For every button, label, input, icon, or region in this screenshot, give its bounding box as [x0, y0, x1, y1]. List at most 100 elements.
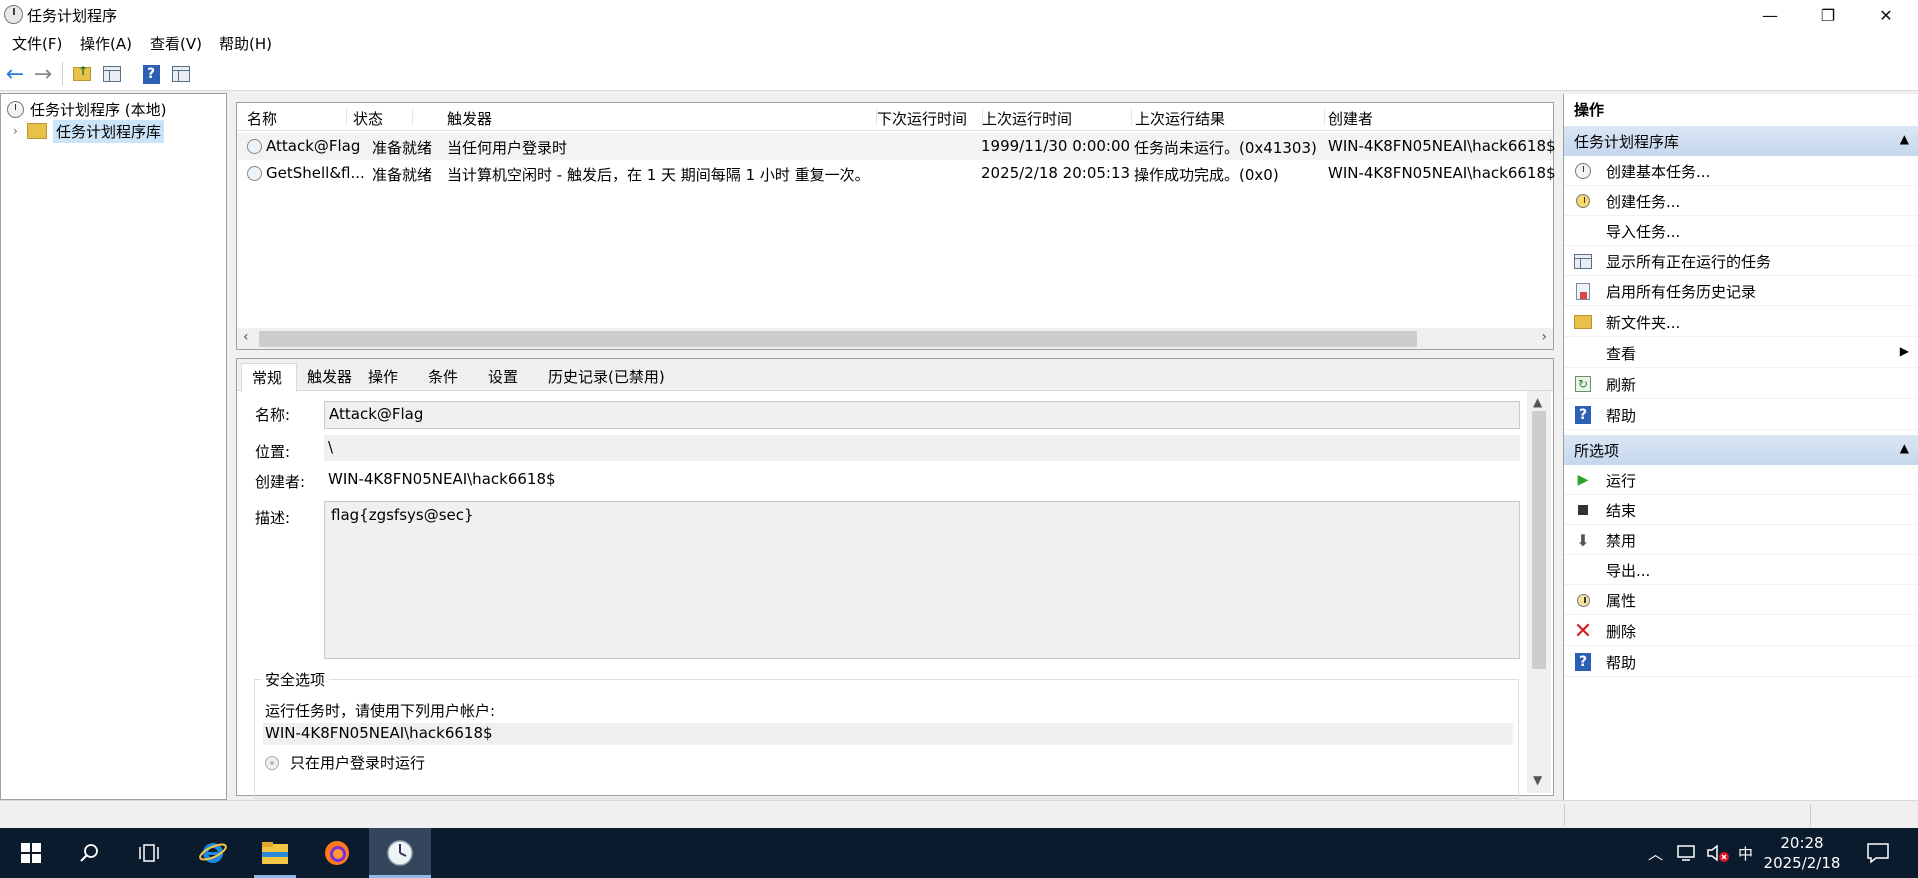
action-label: 导出... [1606, 562, 1651, 580]
action-refresh[interactable]: ↻ 刷新 [1564, 369, 1918, 399]
volume-muted-icon[interactable] [1706, 828, 1730, 878]
show-hide-action-pane-button[interactable] [170, 63, 192, 85]
column-next-run[interactable]: 下次运行时间 [877, 108, 983, 128]
table-row[interactable]: GetShell&fl... 准备就绪 当计算机空闲时 - 触发后，在 1 天 … [237, 160, 1556, 187]
console-tree-icon [103, 66, 121, 82]
collapse-icon[interactable]: ▲ [1900, 441, 1909, 455]
column-name[interactable]: 名称 [247, 108, 347, 128]
clock-date: 2025/2/18 [1763, 854, 1841, 872]
task-view-icon [139, 844, 159, 862]
tree-item-library[interactable]: › 任务计划程序库 [13, 119, 165, 143]
firefox-taskbar-button[interactable] [306, 828, 368, 878]
scroll-down-icon[interactable]: ▼ [1533, 773, 1542, 787]
run-only-logged-on-radio[interactable] [265, 756, 279, 770]
search-button[interactable] [58, 828, 120, 878]
tab-triggers[interactable]: 触发器 [307, 363, 365, 391]
action-create-task[interactable]: 创建任务... [1564, 186, 1918, 216]
column-trigger[interactable]: 触发器 [447, 108, 877, 128]
security-options-group: 安全选项 运行任务时，请使用下列用户帐户: WIN-4K8FN05NEAI\ha… [254, 669, 1519, 799]
scrollbar-thumb[interactable] [1532, 411, 1546, 669]
action-run[interactable]: ▶ 运行 [1564, 465, 1918, 495]
column-last-run[interactable]: 上次运行时间 [982, 108, 1132, 128]
help-button[interactable]: ? [140, 63, 162, 85]
action-label: 查看 [1606, 345, 1637, 363]
menu-help[interactable]: 帮助(H) [219, 33, 272, 54]
chevron-up-icon[interactable]: ︿ [1648, 843, 1663, 864]
scroll-up-icon[interactable]: ▲ [1533, 395, 1542, 409]
name-field[interactable]: Attack@Flag [324, 401, 1520, 429]
task-view-button[interactable] [118, 828, 180, 878]
actions-pane: 操作 任务计划程序库 ▲ 创建基本任务... 创建任务... 导入任务... 显… [1563, 94, 1918, 800]
task-scheduler-icon [4, 5, 23, 24]
action-label: 运行 [1606, 472, 1637, 490]
tree-item-root[interactable]: 任务计划程序 (本地) [7, 98, 166, 120]
menu-action[interactable]: 操作(A) [80, 33, 132, 54]
tab-actions[interactable]: 操作 [368, 363, 426, 391]
scrollbar-thumb[interactable] [259, 331, 1417, 347]
action-enable-history[interactable]: 启用所有任务历史记录 [1564, 276, 1918, 306]
forward-arrow-icon[interactable]: → [32, 62, 54, 87]
input-method-indicator[interactable]: 中 [1738, 828, 1753, 878]
tab-history[interactable]: 历史记录(已禁用) [548, 363, 698, 391]
action-label: 属性 [1606, 592, 1637, 610]
taskbar-clock[interactable]: 20:28 2025/2/18 [1754, 833, 1850, 873]
start-button[interactable] [0, 828, 62, 878]
action-show-running-tasks[interactable]: 显示所有正在运行的任务 [1564, 246, 1918, 276]
author-field: WIN-4K8FN05NEAI\hack6618$ [328, 470, 556, 488]
stop-icon [1574, 501, 1592, 519]
action-help[interactable]: ? 帮助 [1564, 400, 1918, 430]
scroll-left-icon[interactable]: ‹ [243, 329, 249, 345]
action-delete[interactable]: ✕ 删除 [1564, 616, 1918, 646]
tab-general[interactable]: 常规 [241, 363, 297, 392]
show-hide-console-tree-button[interactable] [101, 63, 123, 85]
name-label: 名称: [255, 406, 291, 424]
table-row[interactable]: Attack@Flag 准备就绪 当任何用户登录时 1999/11/30 0:0… [237, 133, 1556, 160]
tab-conditions[interactable]: 条件 [428, 363, 488, 391]
column-status[interactable]: 状态 [353, 108, 413, 128]
action-center-button[interactable] [1866, 828, 1890, 878]
action-disable[interactable]: ⬇ 禁用 [1564, 525, 1918, 555]
running-tasks-icon [1574, 252, 1592, 270]
action-end[interactable]: 结束 [1564, 495, 1918, 525]
menu-file[interactable]: 文件(F) [12, 33, 62, 54]
action-create-basic-task[interactable]: 创建基本任务... [1564, 156, 1918, 186]
maximize-button[interactable]: ❐ [1799, 0, 1857, 30]
action-properties[interactable]: 属性 [1564, 585, 1918, 615]
horizontal-scrollbar[interactable]: ‹ › [237, 328, 1553, 349]
file-explorer-icon [262, 842, 288, 864]
section-header-selected[interactable]: 所选项 ▲ [1564, 435, 1918, 465]
history-icon [1574, 282, 1592, 300]
toolbar: ← → ? [0, 56, 1918, 91]
show-hidden-icons-button[interactable]: ︿ [1648, 828, 1663, 878]
up-folder-button[interactable] [71, 63, 93, 85]
action-new-folder[interactable]: 新文件夹... [1564, 307, 1918, 337]
vertical-scrollbar[interactable]: ▲ ▼ [1527, 391, 1551, 793]
file-explorer-taskbar-button[interactable] [244, 828, 306, 878]
column-author[interactable]: 创建者 [1328, 108, 1548, 128]
scroll-right-icon[interactable]: › [1541, 329, 1547, 345]
chevron-right-icon[interactable]: › [13, 124, 21, 138]
task-clock-icon [247, 139, 262, 154]
action-label: 结束 [1606, 502, 1637, 520]
network-icon[interactable] [1676, 828, 1698, 878]
menu-view[interactable]: 查看(V) [150, 33, 202, 54]
section-header-library[interactable]: 任务计划程序库 ▲ [1564, 126, 1918, 156]
status-divider [1810, 804, 1811, 826]
action-import-task[interactable]: 导入任务... [1564, 216, 1918, 246]
new-folder-icon [1574, 313, 1592, 331]
back-arrow-icon[interactable]: ← [4, 62, 26, 87]
action-export[interactable]: 导出... [1564, 555, 1918, 585]
task-list-header: 名称 状态 触发器 下次运行时间 上次运行时间 上次运行结果 创建者 [237, 103, 1553, 131]
tab-settings[interactable]: 设置 [488, 363, 548, 391]
column-last-result[interactable]: 上次运行结果 [1135, 108, 1325, 128]
action-view[interactable]: 查看 ▶ [1564, 338, 1918, 368]
minimize-button[interactable]: — [1741, 0, 1799, 30]
close-button[interactable]: ✕ [1857, 0, 1915, 30]
security-options-legend: 安全选项 [261, 669, 330, 690]
task-scheduler-taskbar-button[interactable] [369, 828, 431, 878]
action-label: 刷新 [1606, 376, 1637, 394]
collapse-icon[interactable]: ▲ [1900, 132, 1909, 146]
ie-taskbar-button[interactable] [182, 828, 244, 878]
description-field[interactable]: flag{zgsfsys@sec} [324, 501, 1520, 659]
action-help-selected[interactable]: ? 帮助 [1564, 647, 1918, 677]
